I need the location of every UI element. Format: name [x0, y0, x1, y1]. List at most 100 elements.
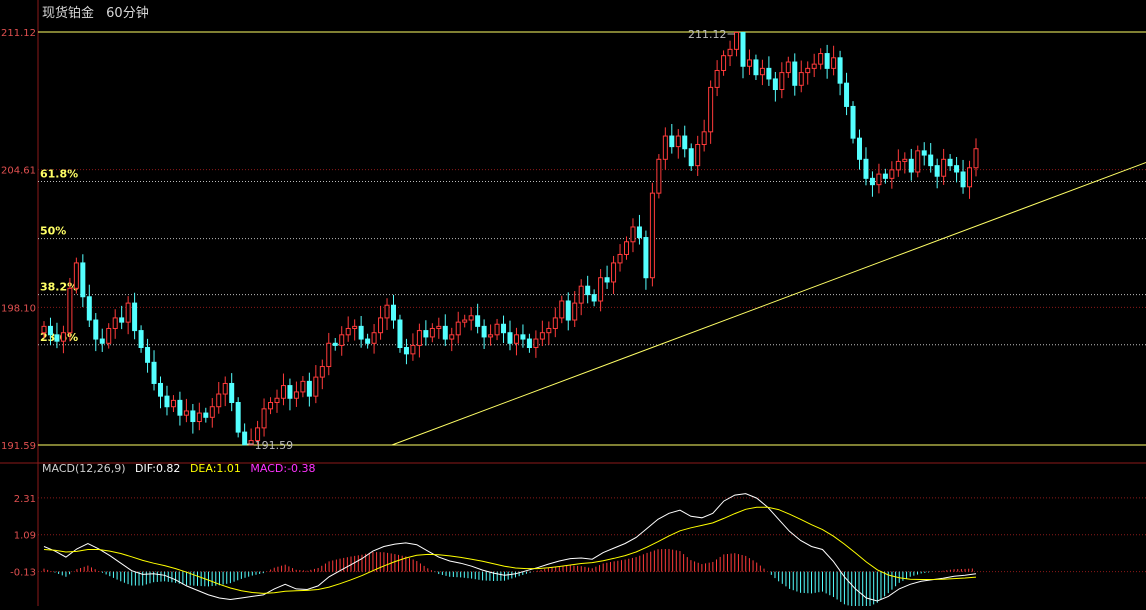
candle-body: [151, 361, 157, 384]
fibonacci-levels: 61.8%50%38.2%23.6%: [38, 168, 1146, 346]
fib-level-label: 38.2%: [40, 281, 78, 294]
candle-body: [669, 135, 675, 148]
candle-body: [203, 412, 209, 418]
candle-body: [792, 61, 798, 86]
price-tick-label: 191.59: [1, 441, 36, 452]
candle-body: [876, 173, 882, 186]
candle-body: [526, 338, 532, 349]
candle-body: [326, 342, 332, 368]
candle-body: [701, 131, 707, 146]
macd-legend-dif: DIF:0.82: [135, 462, 181, 475]
candle-body: [798, 72, 804, 86]
dea-line: [43, 506, 977, 594]
candle-body: [339, 334, 345, 346]
price-tick-label: 204.61: [1, 166, 36, 177]
candle-body: [902, 158, 908, 162]
candle-body: [313, 376, 319, 397]
candle-body: [80, 262, 86, 298]
candle-body: [818, 53, 824, 65]
fib-level-label: 50%: [40, 225, 66, 238]
candle-body: [455, 321, 461, 336]
candle-body: [533, 338, 539, 349]
candle-body: [928, 154, 934, 167]
candle-body: [960, 171, 966, 188]
candle-body: [93, 319, 99, 340]
price-tick-label: 198.10: [1, 303, 36, 314]
low-annotation: 191.59: [255, 439, 294, 452]
candle-body: [857, 137, 862, 160]
candle-body: [158, 382, 163, 397]
candle-body: [772, 78, 778, 91]
candle-body: [54, 334, 60, 342]
candle-body: [429, 327, 435, 338]
candle-body: [746, 59, 752, 67]
candle-body: [410, 344, 416, 355]
candle-body: [850, 105, 856, 139]
candle-body: [462, 319, 468, 323]
macd-tick-label: 2.31: [14, 494, 36, 505]
candle-body: [954, 165, 960, 173]
period-label: 60分钟: [106, 6, 149, 21]
macd-legend: MACD(12,26,9) DIF:0.82 DEA:1.01 MACD:-0.…: [42, 462, 322, 475]
candle-body: [585, 285, 591, 296]
chart-title: 现货铂金 60分钟: [42, 2, 157, 21]
chart-svg[interactable]: 61.8%50%38.2%23.6% 211.12191.59 211.1220…: [0, 0, 1146, 608]
chart-stage: 61.8%50%38.2%23.6% 211.12191.59 211.1220…: [0, 0, 1146, 608]
candle-body: [740, 31, 746, 67]
candle-body: [805, 67, 811, 74]
candle-body: [196, 412, 202, 423]
candle-body: [934, 165, 940, 177]
candle-body: [636, 226, 642, 239]
candle-body: [442, 325, 448, 340]
candle-body: [643, 237, 649, 279]
candle-body: [280, 385, 286, 399]
candle-body: [889, 169, 895, 179]
candle-body: [183, 410, 189, 416]
candle-body: [481, 325, 487, 338]
candle-body: [145, 347, 151, 363]
dif-line: [43, 493, 977, 602]
candle-body: [391, 304, 396, 321]
candle-body: [125, 302, 131, 323]
candle-body: [268, 401, 274, 410]
candle-body: [345, 327, 351, 336]
candle-body: [177, 399, 183, 416]
candle-body: [293, 391, 299, 399]
candle-body: [209, 406, 215, 418]
candle-body: [552, 317, 558, 329]
candle-body: [688, 148, 694, 167]
candle-body: [598, 277, 604, 302]
candle-body: [41, 325, 47, 334]
candle-body: [675, 135, 681, 148]
candle-body: [915, 150, 921, 173]
candle-body: [617, 253, 623, 264]
candle-body: [947, 158, 953, 167]
candle-body: [235, 401, 241, 433]
candle-body: [274, 397, 280, 403]
candle-body: [501, 323, 507, 334]
candle-body: [682, 135, 688, 150]
candle-body: [190, 410, 196, 423]
candle-body: [869, 177, 875, 186]
candle-body: [967, 167, 973, 188]
candle-body: [47, 325, 53, 336]
candle-body: [306, 380, 312, 397]
candle-body: [559, 300, 565, 319]
y-axis-labels: 211.12 204.61 198.10 191.59 2.31 1.09 -0.13: [1, 28, 36, 579]
candle-body: [423, 330, 429, 338]
candle-body: [132, 302, 138, 332]
candle-body: [513, 334, 519, 344]
candle-body: [921, 150, 927, 156]
candle-body: [734, 31, 740, 50]
macd-tick-label: -0.13: [10, 568, 36, 579]
candle-body: [824, 53, 830, 69]
candle-body: [332, 342, 338, 346]
candle-body: [721, 55, 727, 71]
candle-body: [358, 325, 364, 340]
candle-body: [170, 399, 176, 408]
candle-body: [831, 57, 837, 69]
candle-body: [604, 277, 610, 283]
candle-body: [365, 338, 371, 344]
candle-body: [766, 67, 772, 80]
candle-body: [73, 262, 79, 289]
